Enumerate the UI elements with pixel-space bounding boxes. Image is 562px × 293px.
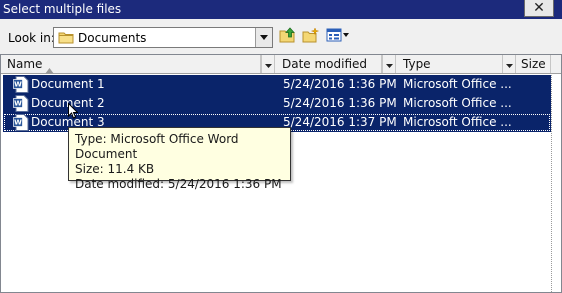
date-filter-dropdown[interactable] xyxy=(382,55,396,73)
file-date-modified: 5/24/2016 1:37 PM xyxy=(283,115,397,129)
column-header-name-label: Name xyxy=(7,57,43,71)
file-type: Microsoft Office ... xyxy=(403,115,512,129)
window-title: Select multiple files xyxy=(3,2,122,16)
view-icon xyxy=(326,28,350,46)
file-type: Microsoft Office ... xyxy=(403,96,512,110)
file-date-modified: 5/24/2016 1:36 PM xyxy=(283,96,397,110)
chevron-down-icon xyxy=(505,57,513,71)
column-header-row: Name Date modified Type Size xyxy=(1,55,561,74)
type-filter-dropdown[interactable] xyxy=(502,55,516,73)
svg-text:W: W xyxy=(14,119,22,127)
look-in-dropdown[interactable]: Documents xyxy=(53,27,273,48)
word-document-icon: W xyxy=(13,76,29,93)
chevron-down-icon xyxy=(264,57,272,71)
svg-text:W: W xyxy=(14,81,22,89)
column-header-date-label: Date modified xyxy=(282,57,368,71)
close-icon: ✕ xyxy=(533,0,545,16)
file-info-tooltip: Type: Microsoft Office Word Document Siz… xyxy=(68,127,291,191)
toolbar: Look in: Documents xyxy=(0,19,562,54)
file-row[interactable]: W Document 2 5/24/2016 1:36 PM Microsoft… xyxy=(3,94,551,113)
word-document-icon: W xyxy=(13,114,29,131)
column-divider xyxy=(551,75,552,292)
up-one-level-button[interactable] xyxy=(279,27,297,47)
folder-up-icon xyxy=(279,27,297,47)
close-button[interactable]: ✕ xyxy=(524,0,554,17)
chevron-down-icon[interactable] xyxy=(255,28,272,47)
column-header-size-label: Size xyxy=(521,57,546,71)
tooltip-date-modified: Date modified: 5/24/2016 1:36 PM xyxy=(75,177,282,191)
column-header-date-modified[interactable]: Date modified xyxy=(276,55,382,73)
folder-icon xyxy=(58,31,74,47)
name-filter-dropdown[interactable] xyxy=(261,55,275,73)
look-in-label: Look in: xyxy=(8,31,55,45)
word-document-icon: W xyxy=(13,95,29,112)
file-name: Document 1 xyxy=(31,77,105,91)
column-header-type[interactable]: Type xyxy=(397,55,503,73)
svg-text:W: W xyxy=(14,100,22,108)
new-folder-icon xyxy=(302,27,320,47)
file-type: Microsoft Office ... xyxy=(403,77,512,91)
tooltip-size: Size: 11.4 KB xyxy=(75,162,155,176)
look-in-value: Documents xyxy=(78,31,147,45)
title-bar: Select multiple files ✕ xyxy=(0,0,562,19)
view-menu-button[interactable] xyxy=(326,28,350,46)
column-header-size[interactable]: Size xyxy=(517,55,551,73)
mouse-cursor-icon xyxy=(68,102,79,122)
file-date-modified: 5/24/2016 1:36 PM xyxy=(283,77,397,91)
column-header-name[interactable]: Name xyxy=(1,55,261,74)
tooltip-type: Type: Microsoft Office Word Document xyxy=(75,132,239,161)
new-folder-button[interactable] xyxy=(302,27,320,47)
chevron-down-icon xyxy=(385,57,393,71)
column-header-type-label: Type xyxy=(403,57,431,71)
file-row[interactable]: W Document 1 5/24/2016 1:36 PM Microsoft… xyxy=(3,75,551,94)
